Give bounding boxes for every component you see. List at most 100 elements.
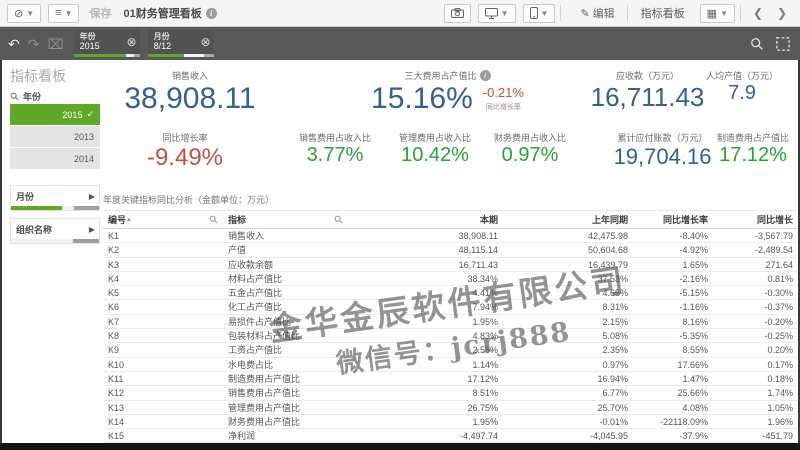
cell-current: 8.51% — [348, 386, 503, 399]
cell-rate: -37.9% — [633, 429, 713, 442]
cell-delta: -0.30% — [713, 286, 798, 299]
cell-prior: 25.70% — [503, 401, 633, 414]
clear-selection-icon[interactable]: ⊗ — [201, 36, 211, 48]
kpi-value: 10.42% — [401, 144, 469, 167]
cell-delta: -3,567.79 — [713, 229, 798, 242]
search-icon[interactable] — [334, 215, 343, 224]
cell-rate: 25.66% — [633, 386, 713, 399]
table-row: K9工资占产值比2.55%2.35%8.55%0.20% — [103, 343, 798, 357]
column-header-编号[interactable]: 编号▲ — [103, 211, 223, 228]
edit-button[interactable]: ✎ 编辑 — [573, 4, 621, 23]
cell-prior: -4,045.95 — [503, 429, 633, 442]
cell-rate: -1.16% — [633, 300, 713, 313]
kpi-同比增长率: 同比增长率-9.49% — [105, 130, 265, 172]
cell-current: 38,908.11 — [348, 229, 503, 242]
cell-name: 工资占产值比 — [223, 343, 348, 356]
column-header-本期[interactable]: 本期 — [348, 211, 503, 228]
selection-state-bar — [148, 54, 214, 57]
selected-segment — [11, 206, 62, 210]
table-row: K13管理费用占产值比26.75%25.70%4.08%1.05% — [103, 401, 798, 415]
info-icon[interactable]: i — [206, 8, 217, 19]
search-icon[interactable] — [209, 215, 218, 224]
alternative-segment — [184, 54, 204, 57]
year-list: 2015✓20132014 — [10, 104, 100, 169]
cell-prior: 0.97% — [503, 358, 633, 371]
cell-current: 7.94% — [348, 300, 503, 313]
header-search[interactable] — [209, 215, 218, 224]
cell-delta: 1.96% — [713, 415, 798, 428]
cell-rate: -2.16% — [633, 272, 713, 285]
cell-prior: 8.31% — [503, 300, 633, 313]
column-header-上年同期[interactable]: 上年同期 — [503, 211, 633, 228]
filter-label: 组织名称 — [11, 219, 99, 236]
cell-current: 4.41% — [348, 286, 503, 299]
chip-value: 2015 — [80, 41, 120, 52]
cell-rate: 17.66% — [633, 358, 713, 371]
next-sheet-button[interactable]: ❯ — [770, 6, 794, 20]
cell-prior: 42,475.98 — [503, 229, 633, 242]
divider — [740, 5, 741, 21]
cell-delta: 0.20% — [713, 343, 798, 356]
cell-current: 17.12% — [348, 372, 503, 385]
cell-prior: 50,604.68 — [503, 243, 633, 256]
app-window: ⊘▼ ≡▼ 保存 01财务管理看板 i ▼ ▼ ✎ 编辑 — [0, 0, 800, 450]
kpi-value: 17.12% — [719, 144, 787, 167]
filter-item-2013[interactable]: 2013 — [10, 126, 100, 147]
filter-item-2015[interactable]: 2015✓ — [10, 104, 100, 125]
selection-chip[interactable]: 月份8/12⊗ — [148, 30, 214, 57]
cell-id: K15 — [103, 429, 223, 442]
cell-current: 38.34% — [348, 272, 503, 285]
kpi-value: 38,908.11 — [124, 82, 255, 116]
sheet-list-button[interactable]: ▦▼ — [700, 4, 735, 23]
cell-prior: 37.53% — [503, 272, 633, 285]
check-icon: ✓ — [86, 109, 94, 120]
cell-name: 制造费用占产值比 — [223, 372, 348, 385]
kpi-三大费用占产值比: 三大费用占产值比i15.16%-0.21%同比增长率 — [330, 68, 565, 116]
sheet-name-label: 指标看板 — [641, 5, 685, 21]
cell-rate: 8.55% — [633, 343, 713, 356]
search-icon[interactable] — [750, 37, 764, 51]
app-options-button[interactable]: ≡▼ — [48, 4, 79, 23]
step-forward-selection-icon[interactable]: ↷ — [28, 37, 40, 51]
header-search[interactable] — [334, 215, 343, 224]
device-preview-button[interactable]: ▼ — [523, 4, 556, 23]
cell-current: 1.95% — [348, 315, 503, 328]
cell-delta: -451.79 — [713, 429, 798, 442]
filter-item-2014[interactable]: 2014 — [10, 148, 100, 169]
filter-label: 月份 — [11, 186, 99, 203]
cell-id: K3 — [103, 258, 223, 271]
search-icon[interactable] — [10, 92, 19, 101]
cell-prior: 6.77% — [503, 386, 633, 399]
cell-rate: -4.92% — [633, 243, 713, 256]
global-menu-button[interactable]: ⊘▼ — [7, 4, 41, 23]
kpi-label: 三大费用占产值比i — [330, 68, 565, 82]
kpi-table: 年度关键指标同比分析（金额单位：万元） 编号▲指标本期上年同期同比增长率同比增长… — [103, 193, 798, 443]
table-row: K5五金占产值比4.41%4.65%-5.15%-0.30% — [103, 286, 798, 300]
cell-id: K5 — [103, 286, 223, 299]
column-header-同比增长[interactable]: 同比增长 — [713, 211, 798, 228]
save-button[interactable]: 保存 — [89, 5, 111, 21]
cell-delta: 0.81% — [713, 272, 798, 285]
column-header-同比增长率[interactable]: 同比增长率 — [633, 211, 713, 228]
cell-id: K7 — [103, 315, 223, 328]
cell-rate: -5.15% — [633, 286, 713, 299]
presentation-mode-button[interactable]: ▼ — [478, 4, 516, 23]
chip-value: 8/12 — [154, 41, 194, 52]
prev-sheet-button[interactable]: ❮ — [746, 6, 770, 20]
step-back-selection-icon[interactable]: ↶ — [8, 37, 20, 51]
clear-all-selections-icon[interactable]: ⌧ — [47, 37, 63, 51]
bottom-bar — [0, 443, 800, 450]
info-icon[interactable]: i — [480, 70, 491, 81]
cell-name: 净利润 — [223, 429, 348, 442]
filterpane-collapsed-月份[interactable]: 月份▶ — [10, 185, 100, 211]
snapshot-button[interactable] — [444, 4, 471, 23]
selection-chip[interactable]: 年份2015⊗ — [74, 30, 140, 57]
cell-prior: 16,439.79 — [503, 258, 633, 271]
filterpane-collapsed-组织名称[interactable]: 组织名称▶ — [10, 218, 100, 244]
cell-id: K2 — [103, 243, 223, 256]
cell-delta: 271.64 — [713, 258, 798, 271]
list-icon: ≡ — [55, 7, 61, 19]
selections-tool-icon[interactable] — [776, 37, 790, 51]
column-header-指标[interactable]: 指标 — [223, 211, 348, 228]
clear-selection-icon[interactable]: ⊗ — [127, 36, 137, 48]
